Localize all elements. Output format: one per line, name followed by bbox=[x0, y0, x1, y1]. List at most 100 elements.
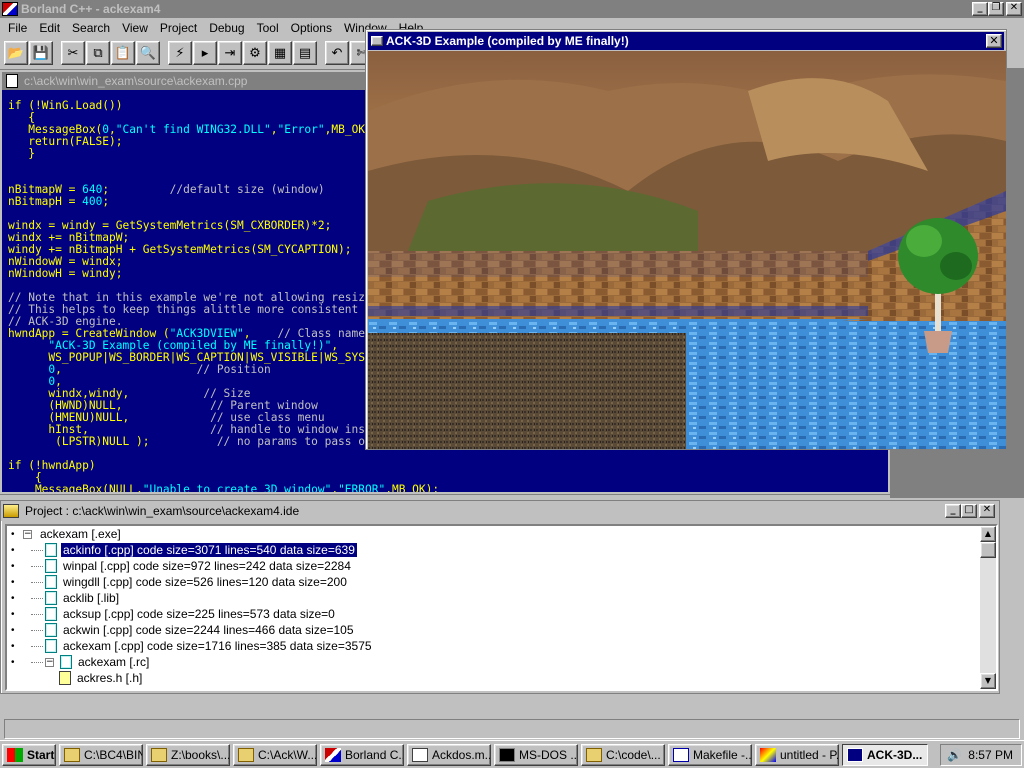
folder-icon bbox=[238, 747, 254, 762]
task-button-active[interactable]: ACK-3D... bbox=[842, 743, 928, 766]
menu-view[interactable]: View bbox=[116, 21, 154, 35]
notepad-icon bbox=[673, 747, 689, 762]
cpp-file-icon bbox=[45, 543, 57, 557]
project-close-button[interactable]: ✕ bbox=[979, 504, 995, 518]
system-tray: 🔊 8:57 PM bbox=[940, 743, 1022, 766]
project-maximize-button[interactable]: □ bbox=[961, 504, 977, 518]
task-button[interactable]: C:\BC4\BIN bbox=[59, 743, 143, 766]
collapse-icon[interactable]: − bbox=[45, 657, 54, 667]
compile-icon[interactable]: ⚙ bbox=[243, 41, 267, 65]
tree-item[interactable]: • ackexam [.cpp] code size=1716 lines=38… bbox=[7, 638, 996, 654]
task-button[interactable]: Borland C... bbox=[320, 743, 404, 766]
trace-icon[interactable]: ⇥ bbox=[218, 41, 242, 65]
scroll-down-icon[interactable]: ▼ bbox=[980, 673, 996, 689]
menu-search[interactable]: Search bbox=[66, 21, 116, 35]
minimize-button[interactable]: _ bbox=[972, 2, 988, 16]
cut-icon[interactable]: ✂ bbox=[61, 41, 85, 65]
project-tree[interactable]: • − ackexam [.exe] • ackinfo [.cpp] code… bbox=[5, 524, 998, 691]
task-button[interactable]: Z:\books\... bbox=[146, 743, 230, 766]
ack3d-viewport[interactable] bbox=[368, 51, 1006, 449]
task-label: C:\Ack\W... bbox=[258, 747, 317, 762]
ide-title-bar[interactable]: Borland C++ - ackexam4 _ ❐ ✕ bbox=[0, 0, 1024, 18]
tree-item-label: wingdll [.cpp] code size=526 lines=120 d… bbox=[63, 575, 347, 589]
build-icon[interactable]: ▦ bbox=[268, 41, 292, 65]
start-button[interactable]: Start bbox=[2, 743, 56, 766]
ack3d-title-bar[interactable]: ACK-3D Example (compiled by ME finally!)… bbox=[368, 32, 1004, 50]
menu-project[interactable]: Project bbox=[154, 21, 203, 35]
task-label: MS-DOS ... bbox=[519, 747, 578, 762]
project-title-bar[interactable]: Project : c:\ack\win\win_exam\source\ack… bbox=[1, 501, 999, 521]
menu-file[interactable]: File bbox=[2, 21, 33, 35]
task-button[interactable]: untitled - P... bbox=[755, 743, 839, 766]
system-menu-icon[interactable] bbox=[371, 36, 383, 46]
tree-item-label: ackwin [.cpp] code size=2244 lines=466 d… bbox=[63, 623, 354, 637]
copy-icon[interactable]: ⧉ bbox=[86, 41, 110, 65]
tree-root[interactable]: • − ackexam [.exe] bbox=[7, 526, 996, 542]
collapse-icon[interactable]: − bbox=[23, 529, 32, 539]
scroll-up-icon[interactable]: ▲ bbox=[980, 526, 996, 542]
search-icon[interactable]: 🔍 bbox=[136, 41, 160, 65]
cpp-file-icon bbox=[45, 575, 57, 589]
lib-file-icon bbox=[45, 591, 57, 605]
menu-options[interactable]: Options bbox=[285, 21, 338, 35]
tree-item[interactable]: • winpal [.cpp] code size=972 lines=242 … bbox=[7, 558, 996, 574]
tree-item-label: ackexam [.cpp] code size=1716 lines=385 … bbox=[63, 639, 372, 653]
task-button[interactable]: C:\code\... bbox=[581, 743, 665, 766]
ack3d-window[interactable]: ACK-3D Example (compiled by ME finally!)… bbox=[365, 29, 1007, 450]
save-file-icon[interactable]: 💾 bbox=[29, 41, 53, 65]
menu-tool[interactable]: Tool bbox=[251, 21, 285, 35]
tree-root-label: ackexam [.exe] bbox=[40, 527, 121, 541]
task-label: C:\code\... bbox=[606, 747, 661, 762]
task-button[interactable]: Ackdos.m... bbox=[407, 743, 491, 766]
folder-icon bbox=[586, 747, 602, 762]
header-file-icon bbox=[59, 671, 71, 685]
editor-title: c:\ack\win\win_exam\source\ackexam.cpp bbox=[24, 74, 248, 88]
cpp-file-icon bbox=[45, 559, 57, 573]
ack3d-close-button[interactable]: ✕ bbox=[986, 34, 1002, 48]
restore-button[interactable]: ❐ bbox=[988, 2, 1004, 16]
menu-edit[interactable]: Edit bbox=[33, 21, 66, 35]
task-button[interactable]: C:\Ack\W... bbox=[233, 743, 317, 766]
close-button[interactable]: ✕ bbox=[1006, 2, 1022, 16]
tree-item[interactable]: • ackinfo [.cpp] code size=3071 lines=54… bbox=[7, 542, 996, 558]
undo-icon[interactable]: ↶ bbox=[325, 41, 349, 65]
task-button[interactable]: Makefile -... bbox=[668, 743, 752, 766]
scroll-thumb[interactable] bbox=[980, 542, 996, 558]
folder-icon bbox=[64, 747, 80, 762]
tree-item[interactable]: ackres.h [.h] bbox=[7, 670, 996, 686]
tree-item[interactable]: • ackwin [.cpp] code size=2244 lines=466… bbox=[7, 622, 996, 638]
task-label: Makefile -... bbox=[693, 747, 752, 762]
step-icon[interactable]: ▸ bbox=[193, 41, 217, 65]
tree-item[interactable]: • acklib [.lib] bbox=[7, 590, 996, 606]
tree-item-label: acksup [.cpp] code size=225 lines=573 da… bbox=[63, 607, 335, 621]
tree-item-label: acklib [.lib] bbox=[63, 591, 120, 605]
tree-item[interactable]: • acksup [.cpp] code size=225 lines=573 … bbox=[7, 606, 996, 622]
project-minimize-button[interactable]: _ bbox=[945, 504, 961, 518]
task-label: untitled - P... bbox=[780, 747, 839, 762]
menu-debug[interactable]: Debug bbox=[203, 21, 250, 35]
task-label: Ackdos.m... bbox=[432, 747, 491, 762]
project-window[interactable]: Project : c:\ack\win\win_exam\source\ack… bbox=[0, 500, 1000, 694]
tree-item[interactable]: • wingdll [.cpp] code size=526 lines=120… bbox=[7, 574, 996, 590]
make-icon[interactable]: ▤ bbox=[293, 41, 317, 65]
document-icon bbox=[6, 74, 18, 88]
tree-item-label: ackexam [.rc] bbox=[78, 655, 150, 669]
task-button[interactable]: MS-DOS ... bbox=[494, 743, 578, 766]
paste-icon[interactable]: 📋 bbox=[111, 41, 135, 65]
start-label: Start bbox=[27, 747, 55, 762]
open-file-icon[interactable]: 📂 bbox=[4, 41, 28, 65]
rc-file-icon bbox=[60, 655, 72, 669]
cpp-file-icon bbox=[45, 623, 57, 637]
windows-logo-icon bbox=[7, 747, 23, 762]
msdos-icon bbox=[499, 747, 515, 762]
task-label: Borland C... bbox=[345, 747, 404, 762]
tree-item-label: ackinfo [.cpp] code size=3071 lines=540 … bbox=[61, 543, 357, 557]
run-icon[interactable]: ⚡ bbox=[168, 41, 192, 65]
tree-item[interactable]: • − ackexam [.rc] bbox=[7, 654, 996, 670]
status-bar bbox=[4, 719, 1020, 739]
cpp-file-icon bbox=[45, 639, 57, 653]
vertical-scrollbar[interactable]: ▲ ▼ bbox=[980, 526, 996, 689]
clock[interactable]: 8:57 PM bbox=[968, 748, 1013, 762]
volume-icon[interactable]: 🔊 bbox=[947, 748, 962, 762]
borland-app-icon[interactable] bbox=[2, 2, 18, 16]
